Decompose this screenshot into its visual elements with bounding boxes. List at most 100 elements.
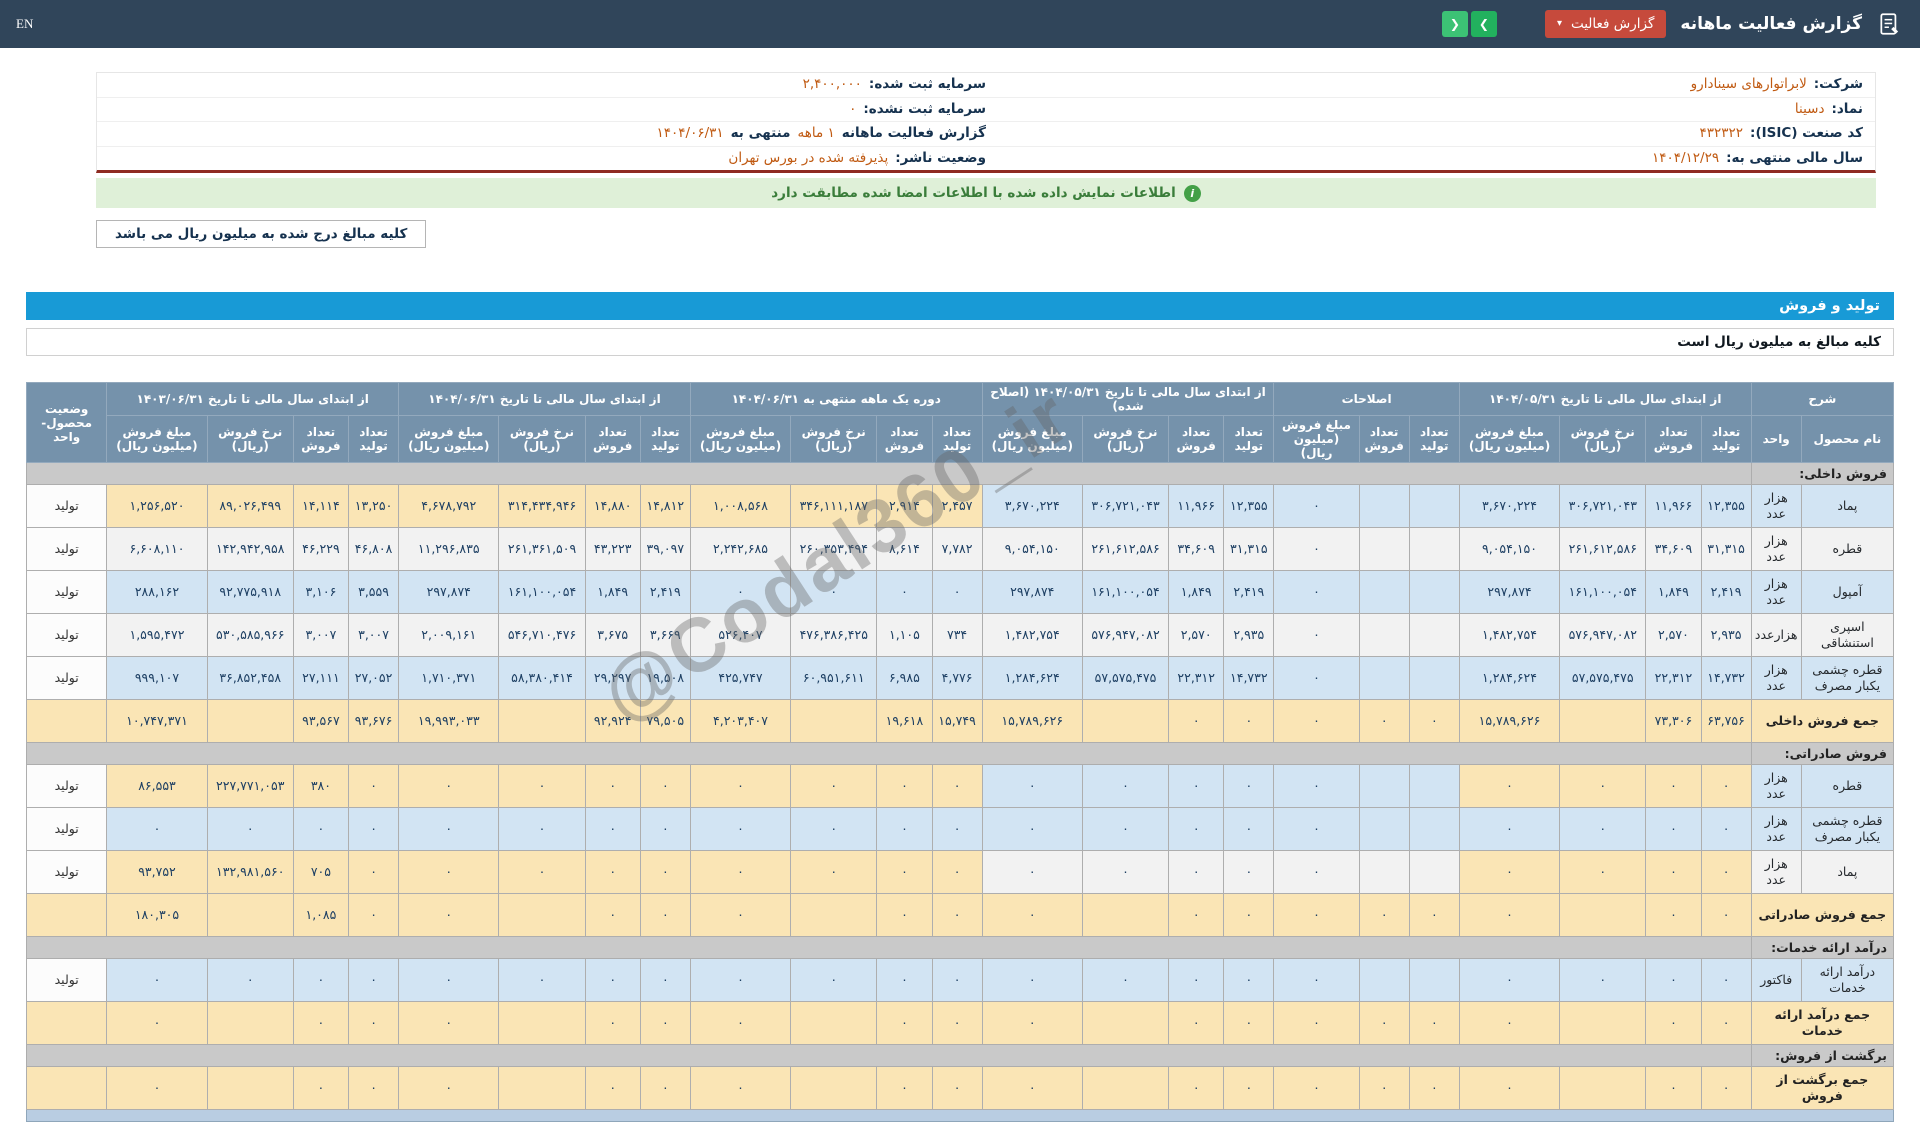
unit-cell: هزار عدد <box>1750 484 1802 529</box>
cell-y1405-prod: ۰ <box>1700 807 1752 852</box>
cell-period-sale: ۶,۹۸۵ <box>876 656 933 701</box>
section-label: فروش صادراتی: <box>1750 742 1895 766</box>
cell-adj1405-amount: ۰ <box>981 893 1083 938</box>
field-label: نماد: <box>1831 100 1863 117</box>
cell-adj-amount: ۰ <box>1273 527 1360 572</box>
cell-adj1405-prod: ۰ <box>1223 764 1275 809</box>
cell-adj-amount: ۰ <box>1273 893 1360 938</box>
cell-y1406-rate: ۳۱۴,۴۳۴,۹۴۶ <box>498 484 586 529</box>
cell-y1403-rate: ۵۳۰,۵۸۵,۹۶۶ <box>206 613 294 658</box>
unit-note: کلیه مبالغ درج شده به میلیون ریال می باش… <box>96 220 427 249</box>
cell-adj-prod: ۰ <box>1408 1001 1460 1046</box>
info-icon: i <box>1183 184 1201 202</box>
cell-y1403-rate: ۳۶,۸۵۲,۴۵۸ <box>206 656 294 701</box>
cell-y1405-rate <box>1559 893 1647 938</box>
section-fill <box>26 1044 1752 1068</box>
cell-y1403-amount: ۹۹۹,۱۰۷ <box>106 656 208 701</box>
cell-y1403-prod: ۰ <box>347 958 400 1003</box>
cell-adj1405-amount: ۰ <box>981 958 1083 1003</box>
cell-y1406-prod: ۱۹,۵۰۸ <box>639 656 691 701</box>
cell-adj1405-rate <box>1081 699 1170 744</box>
report-type-button[interactable]: گزارش فعالیت ▾ <box>1544 10 1667 38</box>
cell-y1405-amount: ۰ <box>1458 764 1561 809</box>
cell-y1405-amount: ۱,۲۸۴,۶۲۴ <box>1458 656 1561 701</box>
cell-y1406-rate <box>498 1001 586 1046</box>
unit-cell: فاکتور <box>1750 958 1802 1003</box>
page: گزارش فعالیت ماهانه گزارش فعالیت ▾ ❯ ❮ E… <box>0 0 1920 1122</box>
cell-period-prod: ۰ <box>931 850 983 895</box>
section-label: درآمد ارائه خدمات: <box>1750 936 1895 960</box>
cell-adj1405-rate: ۳۰۶,۷۲۱,۰۴۳ <box>1081 484 1170 529</box>
cell-y1406-sale: ۰ <box>584 893 641 938</box>
cell-y1403-prod: ۲۷,۰۵۲ <box>347 656 400 701</box>
status-cell: تولید <box>25 850 108 895</box>
group-header-adj1405: از ابتدای سال مالی تا تاریخ ۱۴۰۴/۰۵/۳۱ (… <box>981 382 1275 417</box>
total-row: جمع فروش صادراتی ۰ ۰ ۰ ۰ ۰ ۰ ۰ ۰ ۰ ۰ ۰ ۰ ۰ ۰ ۰ ۰ ۱,۰۸۵ ۱۸۰… <box>25 893 1895 938</box>
cell-period-rate: ۳۴۶,۱۱۱,۱۸۷ <box>790 484 878 529</box>
unit-cell: هزار عدد <box>1750 850 1802 895</box>
cell-adj-amount: ۰ <box>1273 656 1360 701</box>
cell-y1405-prod: ۰ <box>1700 1001 1752 1046</box>
cell-y1403-prod: ۴۶,۸۰۸ <box>347 527 400 572</box>
cell-y1405-amount: ۲۹۷,۸۷۴ <box>1458 570 1561 615</box>
unit-cell: هزار عدد <box>1750 570 1802 615</box>
report-pager: ❯ ❮ <box>1441 11 1497 37</box>
page-title: گزارش فعالیت ماهانه <box>1680 14 1862 34</box>
cell-y1405-rate: ۰ <box>1559 850 1647 895</box>
cell-y1406-sale: ۰ <box>584 1066 641 1111</box>
product-row: اسپری استنشاقی هزارعدد ۲,۹۳۵ ۲,۵۷۰ ۵۷۶,۹۴۷,۰… <box>25 613 1895 658</box>
cell-adj-sale <box>1358 958 1410 1003</box>
symbol-value: دسینا <box>1794 100 1825 117</box>
cell-adj1405-rate <box>1081 893 1170 938</box>
cell-y1406-prod: ۷۹,۵۰۵ <box>639 699 691 744</box>
registered-capital-value: ۲,۴۰۰,۰۰۰ <box>802 76 862 92</box>
status-cell: تولید <box>25 958 108 1003</box>
cell-y1405-prod: ۲,۴۱۹ <box>1700 570 1752 615</box>
cell-y1403-rate <box>206 1001 294 1046</box>
cell-y1406-amount: ۰ <box>398 764 500 809</box>
cell-adj1405-rate <box>1081 1001 1170 1046</box>
cell-adj-prod: ۰ <box>1408 893 1460 938</box>
column-header-y1405-prod: تعداد تولید <box>1700 415 1752 464</box>
cell-y1405-rate: ۰ <box>1559 807 1647 852</box>
cell-y1406-rate <box>498 893 586 938</box>
group-header-period: دوره یک ماهه منتهی به ۱۴۰۴/۰۶/۳۱ <box>689 382 983 417</box>
cell-y1405-sale: ۰ <box>1645 1066 1702 1111</box>
cell-y1406-rate: ۰ <box>498 764 586 809</box>
cell-y1406-sale: ۰ <box>584 850 641 895</box>
cell-y1403-rate: ۸۹,۰۲۶,۴۹۹ <box>206 484 294 529</box>
total-label-cell: جمع فروش داخلی <box>1750 699 1895 744</box>
product-name-cell: قطره <box>1800 764 1895 809</box>
cell-y1403-sale: ۱۴,۱۱۴ <box>292 484 349 529</box>
cell-y1403-rate: ۲۲۷,۷۷۱,۰۵۳ <box>206 764 294 809</box>
cell-y1405-rate <box>1559 1066 1647 1111</box>
cell-adj-amount: ۰ <box>1273 850 1360 895</box>
language-toggle[interactable]: EN <box>16 16 33 32</box>
product-name-cell: آمپول <box>1800 570 1895 615</box>
cell-y1403-rate: ۱۳۲,۹۸۱,۵۶۰ <box>206 850 294 895</box>
next-report-button[interactable]: ❯ <box>1470 11 1497 37</box>
cell-y1405-rate: ۵۷۶,۹۴۷,۰۸۲ <box>1559 613 1647 658</box>
cell-y1406-rate: ۰ <box>498 958 586 1003</box>
cell-adj-prod <box>1408 764 1460 809</box>
cell-adj1405-sale: ۰ <box>1168 764 1225 809</box>
cell-y1403-rate: ۰ <box>206 807 294 852</box>
cell-y1406-amount: ۱۹,۹۹۳,۰۳۳ <box>398 699 500 744</box>
section-title-bar: تولید و فروش <box>26 292 1894 321</box>
cell-y1403-sale: ۰ <box>292 1001 349 1046</box>
cell-y1405-sale: ۰ <box>1645 1001 1702 1046</box>
cell-period-rate: ۰ <box>790 764 878 809</box>
cell-period-rate <box>790 699 878 744</box>
cell-period-prod: ۴,۷۷۶ <box>931 656 983 701</box>
field-label: کد صنعت (ISIC): <box>1750 125 1863 142</box>
prev-report-button[interactable]: ❮ <box>1441 11 1468 37</box>
cell-y1406-amount: ۲۹۷,۸۷۴ <box>398 570 500 615</box>
cell-y1405-amount: ۰ <box>1458 1001 1561 1046</box>
cell-y1406-prod: ۲,۴۱۹ <box>639 570 691 615</box>
cell-y1403-sale: ۲۷,۱۱۱ <box>292 656 349 701</box>
cell-adj1405-rate: ۰ <box>1081 850 1170 895</box>
cell-adj-sale: ۰ <box>1358 1066 1410 1111</box>
cell-adj-sale <box>1358 570 1410 615</box>
cell-period-amount: ۰ <box>689 893 792 938</box>
cell-adj1405-amount: ۱,۲۸۴,۶۲۴ <box>981 656 1083 701</box>
